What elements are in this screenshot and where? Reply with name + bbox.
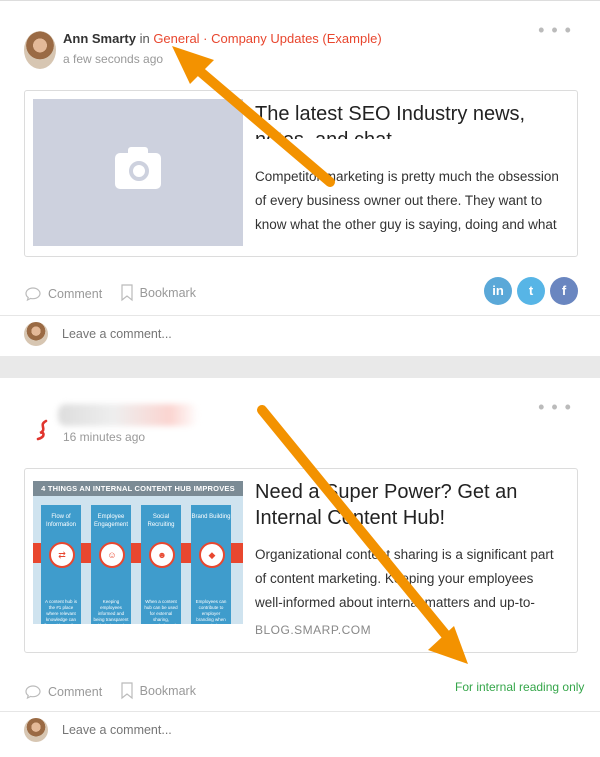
- infographic-column: Brand Building ◆ Employees can contribute …: [191, 505, 231, 624]
- comment-input[interactable]: [60, 722, 564, 738]
- blurred-author-name: [58, 404, 198, 426]
- post-timestamp: 16 minutes ago: [63, 430, 146, 444]
- infographic-column-label: Flow of Information: [45, 514, 76, 528]
- bookmark-button[interactable]: Bookmark: [120, 284, 196, 302]
- infographic-column-text: Employees can contribute to employer bra…: [195, 599, 227, 624]
- preview-title[interactable]: Need a Super Power? Get an Internal Cont…: [255, 479, 545, 531]
- internal-reading-label: For internal reading only: [455, 680, 585, 694]
- post-timestamp: a few seconds ago: [63, 52, 164, 66]
- comment-icon: [25, 287, 41, 302]
- author-name[interactable]: Ann Smarty: [63, 31, 136, 46]
- preview-excerpt: Competitor marketing is pretty much the …: [255, 169, 559, 232]
- separator: ·: [199, 31, 212, 46]
- link-preview-card[interactable]: The latest SEO Industry news, notes, and…: [24, 90, 578, 257]
- linkedin-icon[interactable]: in: [484, 277, 512, 305]
- infographic-column-label: Employee Engagement: [93, 514, 129, 528]
- comment-input[interactable]: [60, 326, 564, 342]
- tag-icon: ◆: [199, 542, 225, 568]
- in-label: in: [135, 31, 154, 46]
- comment-label: Comment: [48, 685, 103, 699]
- engagement-icon: ☺: [99, 542, 125, 568]
- comment-label: Comment: [48, 287, 103, 301]
- infographic-column: Employee Engagement ☺ Keeping employees in…: [91, 505, 131, 624]
- post-author-line: Ann Smarty in General · Company Updates …: [63, 31, 382, 46]
- infographic-column-text: A content hub is the #1 place where rele…: [44, 599, 78, 624]
- infographic-heading: 4 THINGS AN INTERNAL CONTENT HUB IMPROVE…: [33, 481, 243, 496]
- author-avatar[interactable]: [24, 31, 56, 69]
- twitter-icon[interactable]: t: [517, 277, 545, 305]
- comment-composer: [0, 316, 600, 356]
- infographic-column: Flow of Information ⇄ A content hub is the…: [41, 505, 81, 624]
- infographic-image[interactable]: 4 THINGS AN INTERNAL CONTENT HUB IMPROVE…: [33, 481, 243, 624]
- bookmark-icon: [121, 682, 133, 700]
- comment-button[interactable]: Comment: [24, 684, 102, 700]
- post-actions: Comment Bookmark: [24, 284, 210, 305]
- infographic-column-label: Social Recruiting: [147, 514, 175, 528]
- infographic-column-text: When a content hub can be used for exter…: [144, 599, 178, 624]
- current-user-avatar: [24, 718, 48, 742]
- facebook-icon[interactable]: f: [550, 277, 578, 305]
- comment-composer: [0, 712, 600, 752]
- preview-excerpt: Organizational content sharing is a sign…: [255, 547, 554, 610]
- preview-source-domain[interactable]: BLOG.SMARP.COM: [255, 623, 371, 637]
- flow-icon: ⇄: [49, 542, 75, 568]
- camera-placeholder-icon: [115, 147, 161, 189]
- category-link[interactable]: General: [153, 31, 199, 46]
- infographic-column-text: Keeping employees informed and being tra…: [93, 599, 129, 624]
- comment-button[interactable]: Comment: [24, 286, 102, 302]
- current-user-avatar: [24, 322, 48, 346]
- preview-title[interactable]: The latest SEO Industry news, notes, and…: [255, 101, 567, 139]
- bookmark-label: Bookmark: [139, 286, 196, 300]
- feed-post: • • • Ann Smarty in General · Company Up…: [0, 0, 600, 356]
- link-preview-card[interactable]: 4 THINGS AN INTERNAL CONTENT HUB IMPROVE…: [24, 468, 578, 653]
- bookmark-button[interactable]: Bookmark: [120, 682, 196, 700]
- people-icon: ☻: [149, 542, 175, 568]
- source-logo-icon: [36, 419, 48, 441]
- infographic-column: Social Recruiting ☻ When a content hub can…: [141, 505, 181, 624]
- bookmark-label: Bookmark: [139, 684, 196, 698]
- more-options-icon[interactable]: • • •: [538, 21, 572, 39]
- post-actions: Comment Bookmark: [24, 682, 210, 703]
- comment-icon: [25, 685, 41, 700]
- more-options-icon[interactable]: • • •: [538, 398, 572, 416]
- group-link[interactable]: Company Updates (Example): [211, 31, 382, 46]
- bookmark-icon: [121, 284, 133, 302]
- preview-image[interactable]: [33, 99, 243, 246]
- infographic-column-label: Brand Building: [191, 514, 231, 520]
